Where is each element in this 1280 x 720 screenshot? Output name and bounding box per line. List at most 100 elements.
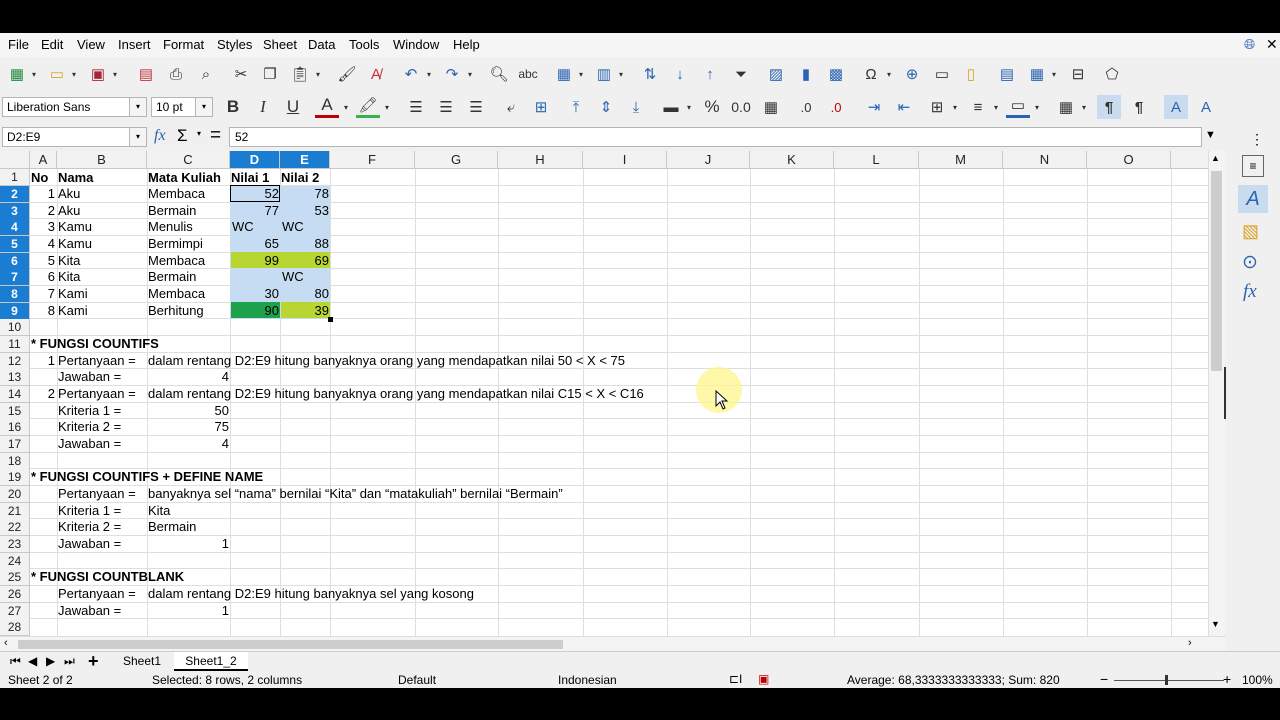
row-header[interactable]: 18 [0,453,30,470]
column-header-m[interactable]: M [919,151,1003,169]
currency-dropdown[interactable]: ▾ [685,95,693,119]
cell-d6[interactable]: 99 [231,253,279,269]
menu-format[interactable]: Format [163,37,204,52]
chevron-down-icon[interactable]: ▾ [195,98,212,116]
row-header[interactable]: 15 [0,403,30,420]
row-header[interactable]: 6 [0,253,30,270]
format-as-currency-icon[interactable]: ▬ [659,95,683,119]
cell-a1[interactable]: No [31,170,48,186]
row-icon[interactable]: ▦ [552,62,576,86]
column-header-p[interactable] [1171,151,1208,169]
selection-mode-icon[interactable]: ⊏I [729,672,742,686]
underline-icon[interactable]: U [281,95,305,119]
special-character-dropdown[interactable]: ▾ [885,62,893,86]
cell-b6[interactable]: Kita [58,253,80,269]
align-bottom-icon[interactable]: ⤓ [624,95,648,119]
conditional-format-icon[interactable]: ▦ [1054,95,1078,119]
scroll-left-icon[interactable]: ‹ [4,637,8,649]
cell-c17[interactable]: 4 [148,436,229,452]
left-to-right-icon[interactable]: ¶ [1097,95,1121,119]
border-style-dropdown[interactable]: ▾ [992,95,1000,119]
open-folder-icon[interactable]: ▭ [45,62,69,86]
cell-a11[interactable]: * FUNGSI COUNTIFS [31,336,159,352]
freeze-rows-columns-icon[interactable]: ▦ [1025,62,1049,86]
properties-icon[interactable]: ≡ [1242,155,1264,177]
border-color-dropdown[interactable]: ▾ [1033,95,1041,119]
functions-icon[interactable]: fx [1243,281,1257,303]
gallery-icon[interactable]: ▧ [1242,221,1259,242]
cell-b23[interactable]: Jawaban = [58,536,121,552]
cell-c3[interactable]: Bermain [148,203,196,219]
redo-icon[interactable]: ↷ [440,62,464,86]
menu-window[interactable]: Window [393,37,439,52]
cell-a7[interactable]: 6 [31,269,55,285]
cell-b9[interactable]: Kami [58,303,88,319]
cell-c20[interactable]: banyaknya sel “nama” bernilai “Kita” dan… [148,486,563,502]
cell-c8[interactable]: Membaca [148,286,205,302]
column-icon[interactable]: ▥ [592,62,616,86]
cell-b16[interactable]: Kriteria 2 = [58,419,121,435]
right-to-left-icon[interactable]: ¶ [1127,95,1151,119]
row-header[interactable]: 21 [0,503,30,520]
cell-c15[interactable]: 50 [148,403,229,419]
borders-dropdown[interactable]: ▾ [951,95,959,119]
cell-b15[interactable]: Kriteria 1 = [58,403,121,419]
delete-decimal-place-icon[interactable]: .0 [824,95,848,119]
text-direction-icon[interactable]: A [1194,95,1218,119]
sheet-tab-sheet1[interactable]: Sheet1 [112,652,172,671]
cell-c21[interactable]: Kita [148,503,170,519]
column-header-d[interactable]: D [230,151,280,169]
cell-b13[interactable]: Jawaban = [58,369,121,385]
align-top-icon[interactable]: ⤒ [564,95,588,119]
next-sheet-icon[interactable]: ▶ [46,654,55,668]
redo-dropdown[interactable]: ▾ [466,62,474,86]
cell-c9[interactable]: Berhitung [148,303,204,319]
find-replace-icon[interactable]: 🔍︎ [487,62,511,86]
sum-dropdown[interactable]: ▾ [197,129,201,138]
cell-a2[interactable]: 1 [31,186,55,202]
menu-tools[interactable]: Tools [349,37,379,52]
cell-b5[interactable]: Kamu [58,236,92,252]
special-character-icon[interactable]: Ω [859,62,883,86]
comment-icon[interactable]: ▭ [930,62,954,86]
font-name-box[interactable]: Liberation Sans ▾ [2,97,147,117]
row-header[interactable]: 11 [0,336,30,353]
menu-file[interactable]: File [8,37,29,52]
cell-d3[interactable]: 77 [231,203,279,219]
sum-icon[interactable]: Σ [177,126,188,146]
close-document-icon[interactable]: ✕ [1266,36,1278,53]
cell-c14[interactable]: dalam rentang D2:E9 hitung banyaknya ora… [148,386,644,402]
cell-e8[interactable]: 80 [281,286,329,302]
format-as-percent-icon[interactable]: % [700,95,724,119]
open-dropdown[interactable]: ▾ [70,62,78,86]
cell-c22[interactable]: Bermain [148,519,196,535]
clone-formatting-icon[interactable]: 🖌︎ [335,62,359,86]
row-header[interactable]: 16 [0,419,30,436]
language-status[interactable]: Indonesian [558,673,617,687]
new-icon[interactable]: ▦ [5,62,29,86]
first-sheet-icon[interactable]: ⏮︎ [10,654,21,669]
globe-icon[interactable]: 🌐︎ [1244,36,1255,53]
cell-c23[interactable]: 1 [148,536,229,552]
function-wizard-icon[interactable]: fx [154,127,166,145]
show-draw-functions-icon[interactable]: ⬠ [1100,62,1124,86]
pivot-table-icon[interactable]: ▩ [824,62,848,86]
zoom-out-icon[interactable]: − [1100,671,1108,687]
cell-b20[interactable]: Pertanyaan = [58,486,136,502]
cell-b27[interactable]: Jawaban = [58,603,121,619]
cell-c7[interactable]: Bermain [148,269,196,285]
column-header-f[interactable]: F [330,151,415,169]
zoom-in-icon[interactable]: + [1223,671,1231,687]
copy-icon[interactable]: ❐ [258,62,282,86]
row-header[interactable]: 26 [0,586,30,603]
cell-b21[interactable]: Kriteria 1 = [58,503,121,519]
cell-b26[interactable]: Pertanyaan = [58,586,136,602]
border-style-icon[interactable]: ≡ [966,95,990,119]
insert-chart-icon[interactable]: ▮ [794,62,818,86]
row-header[interactable]: 9 [0,303,30,320]
cell-e7[interactable]: WC [282,269,304,285]
menu-help[interactable]: Help [453,37,480,52]
font-color-dropdown[interactable]: ▾ [342,95,350,119]
align-left-icon[interactable]: ☰ [404,95,428,119]
column-header-h[interactable]: H [498,151,583,169]
